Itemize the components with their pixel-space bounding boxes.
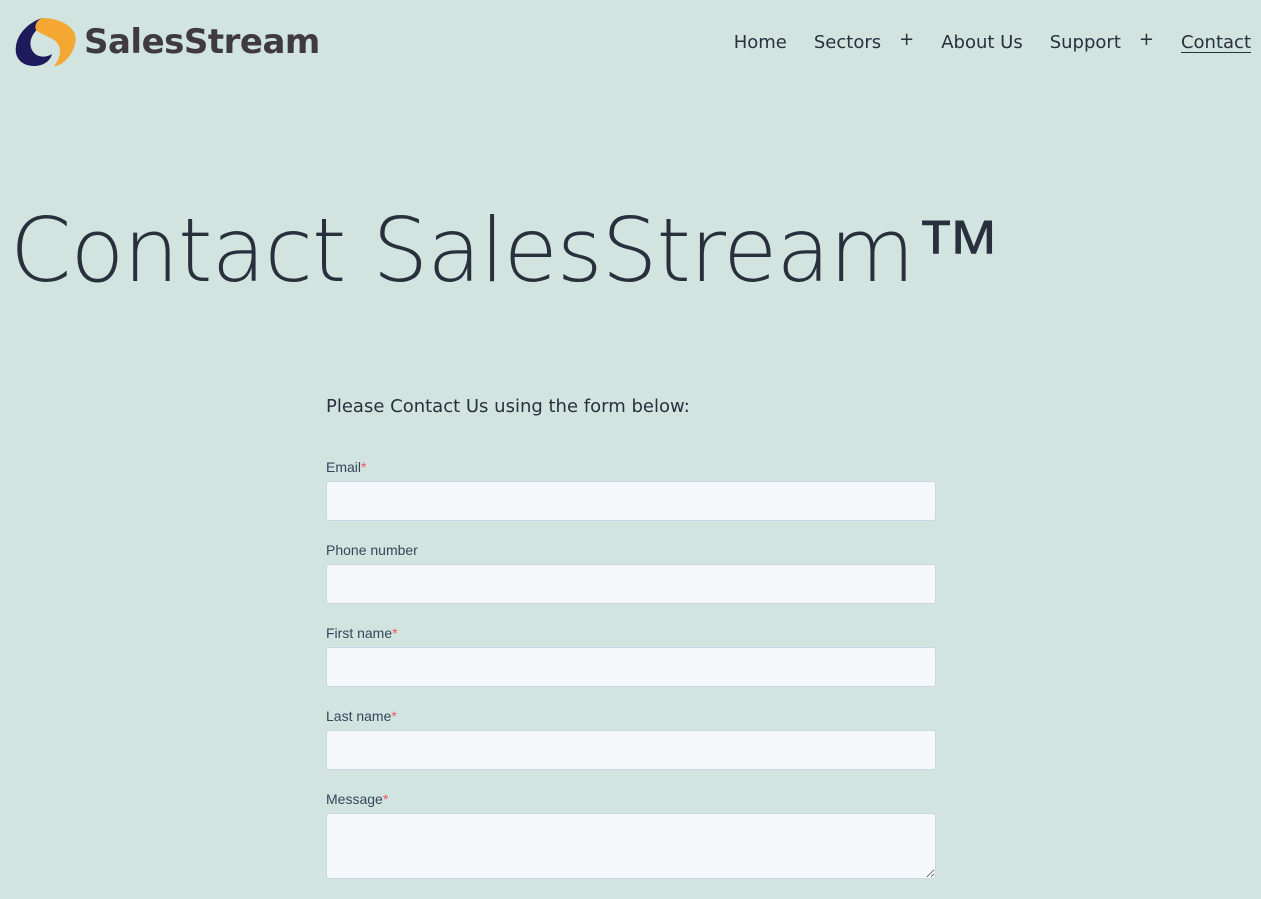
nav-item-home[interactable]: Home <box>734 28 787 58</box>
required-marker: * <box>382 791 389 807</box>
nav-link-support[interactable]: Support <box>1050 28 1121 58</box>
message-textarea[interactable] <box>326 813 936 879</box>
nav-item-sectors[interactable]: Sectors + <box>814 28 914 58</box>
salesstream-logo-icon <box>15 18 76 66</box>
message-field-group: Message* <box>326 790 936 879</box>
nav-link-about-us[interactable]: About Us <box>941 28 1023 58</box>
nav-item-contact[interactable]: Contact <box>1181 28 1251 58</box>
message-label: Message* <box>326 791 389 807</box>
nav-link-home[interactable]: Home <box>734 28 787 58</box>
email-input[interactable] <box>326 481 936 521</box>
last-name-label: Last name* <box>326 708 397 724</box>
site-header: SalesStream Home Sectors + About Us Supp… <box>0 0 1261 90</box>
nav-link-sectors[interactable]: Sectors <box>814 28 881 58</box>
last-name-input[interactable] <box>326 730 936 770</box>
required-marker: * <box>391 708 397 724</box>
required-marker: * <box>392 625 398 641</box>
phone-input[interactable] <box>326 564 936 604</box>
page-title: Contact SalesStream™ <box>10 199 1002 302</box>
nav-item-about-us[interactable]: About Us <box>941 28 1023 58</box>
main-nav: Home Sectors + About Us Support + Contac… <box>734 28 1251 58</box>
nav-link-contact[interactable]: Contact <box>1181 28 1251 58</box>
required-marker: * <box>361 459 367 475</box>
email-field-group: Email* <box>326 458 936 521</box>
first-name-field-group: First name* <box>326 624 936 687</box>
contact-form: Please Contact Us using the form below: … <box>326 394 936 899</box>
phone-label: Phone number <box>326 542 418 558</box>
first-name-label: First name* <box>326 625 398 641</box>
phone-field-group: Phone number <box>326 541 936 604</box>
last-name-field-group: Last name* <box>326 707 936 770</box>
email-label: Email* <box>326 459 367 475</box>
brand-name: SalesStream <box>84 22 320 62</box>
nav-item-support[interactable]: Support + <box>1050 28 1154 58</box>
site-logo[interactable]: SalesStream <box>12 16 320 68</box>
sectors-submenu-plus-icon[interactable]: + <box>899 29 914 50</box>
support-submenu-plus-icon[interactable]: + <box>1139 29 1154 50</box>
first-name-input[interactable] <box>326 647 936 687</box>
form-intro: Please Contact Us using the form below: <box>326 396 690 417</box>
